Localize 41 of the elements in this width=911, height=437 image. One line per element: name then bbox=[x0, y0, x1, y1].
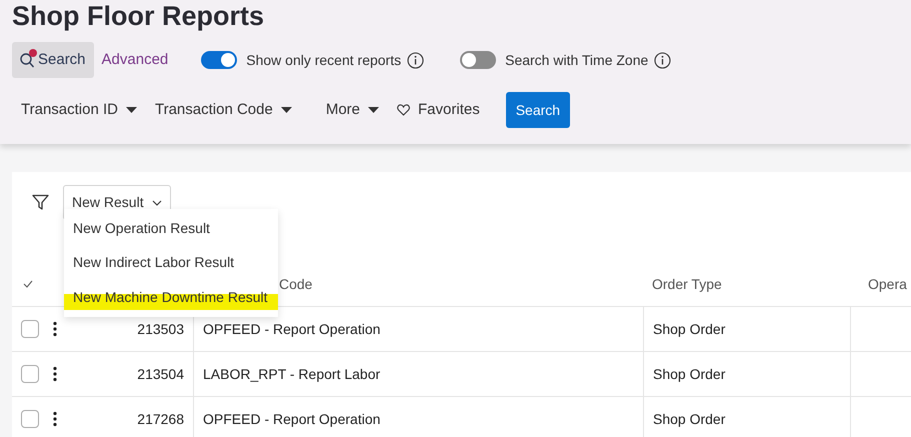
search-tab[interactable]: Search bbox=[12, 42, 94, 78]
more-options-icon[interactable] bbox=[53, 366, 57, 382]
info-icon[interactable] bbox=[654, 52, 672, 68]
table-cell-text: OPFEED - Report Operation bbox=[203, 410, 380, 429]
table-cell-text: 213503 bbox=[137, 320, 184, 338]
more-options-icon[interactable] bbox=[53, 411, 57, 427]
table-cell-text: Shop Order bbox=[653, 410, 726, 429]
more-options-icon[interactable] bbox=[53, 321, 57, 337]
filter-dropdown[interactable]: More bbox=[316, 98, 388, 122]
caret-icon bbox=[280, 107, 292, 113]
table-cell-text: Shop Order bbox=[653, 320, 726, 339]
search-icon bbox=[20, 52, 34, 68]
search-tab[interactable]: Advanced bbox=[94, 42, 176, 78]
heart-icon bbox=[397, 104, 410, 116]
toggle-label: Show only recent reports bbox=[246, 50, 402, 70]
row-checkbox[interactable] bbox=[21, 410, 39, 428]
chevron-down-icon bbox=[152, 200, 162, 206]
checkmark-icon bbox=[23, 280, 33, 288]
filter-dropdown[interactable]: Transaction ID bbox=[12, 98, 146, 122]
column-header[interactable]: Opera bbox=[868, 274, 907, 294]
row-checkbox[interactable] bbox=[21, 365, 39, 383]
menu-item[interactable]: New Indirect Labor Result bbox=[64, 246, 278, 280]
row-checkbox[interactable] bbox=[21, 320, 39, 338]
table-cell-text: LABOR_RPT - Report Labor bbox=[203, 364, 380, 384]
table-cell-text: Shop Order bbox=[653, 364, 726, 384]
toggle-switch[interactable] bbox=[460, 51, 496, 69]
favorites-button[interactable]: Favorites bbox=[388, 98, 489, 122]
toggle-label: Search with Time Zone bbox=[505, 50, 648, 70]
search-button[interactable]: Search bbox=[506, 92, 570, 128]
column-header[interactable]: Order Type bbox=[652, 274, 722, 294]
table-cell-text: OPFEED - Report Operation bbox=[203, 320, 380, 339]
filter-dropdown[interactable]: Transaction Code bbox=[146, 98, 301, 122]
filter-icon[interactable] bbox=[32, 194, 49, 211]
table-cell-text: 213504 bbox=[137, 364, 184, 384]
caret-icon bbox=[126, 107, 137, 113]
toggle-switch[interactable] bbox=[201, 51, 238, 69]
table-cell-text: 217268 bbox=[137, 410, 184, 428]
info-icon[interactable] bbox=[407, 52, 424, 68]
caret-icon bbox=[368, 107, 380, 113]
column-header[interactable]: Code bbox=[279, 274, 312, 294]
page-title: Shop Floor Reports bbox=[12, 0, 265, 31]
